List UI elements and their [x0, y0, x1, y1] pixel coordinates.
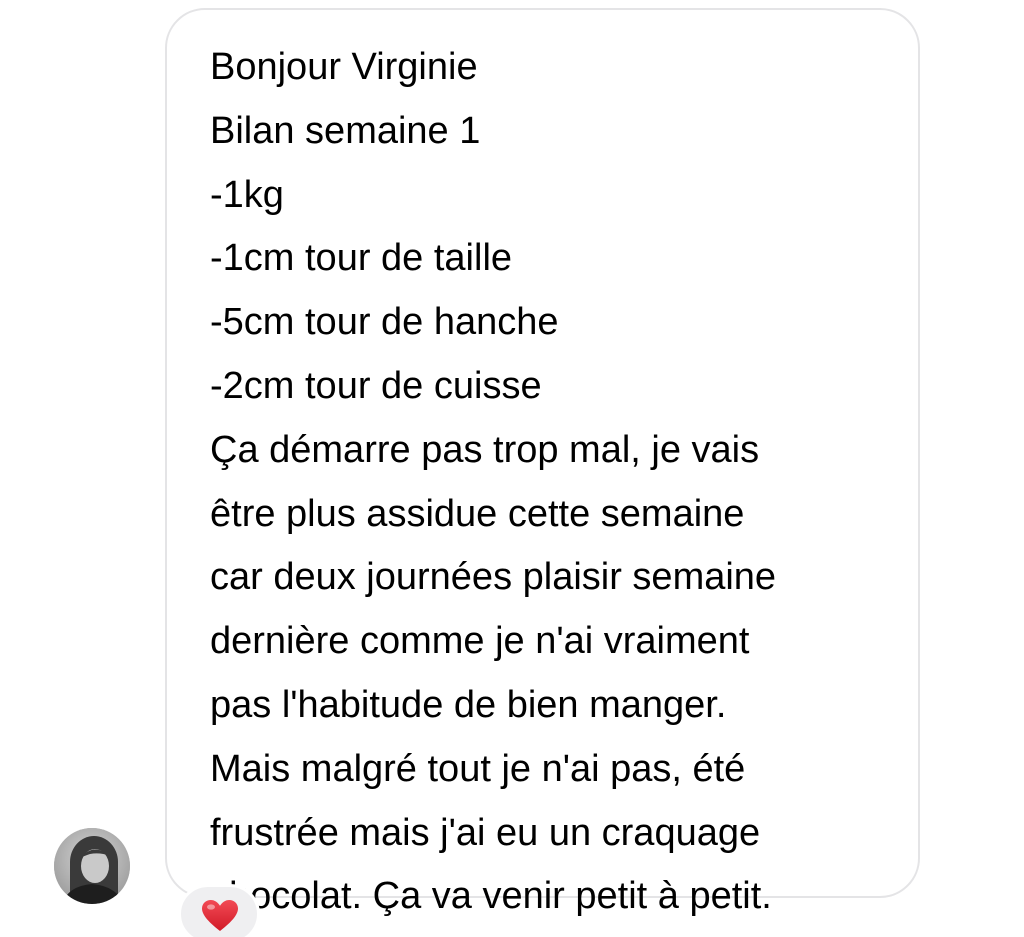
- message-line: dernière comme je n'ai vraiment: [210, 620, 750, 663]
- message-line: Mais malgré tout je n'ai pas, été: [210, 747, 746, 790]
- reaction-badge[interactable]: [178, 884, 260, 937]
- conversation-view: Bonjour Virginie Bilan semaine 1 -1kg -1…: [0, 0, 1024, 937]
- avatar-photo: [54, 828, 130, 904]
- message-line: chocolat. Ça va venir petit à petit.: [210, 875, 772, 918]
- message-line: Ça démarre pas trop mal, je vais: [210, 428, 760, 471]
- avatar[interactable]: [54, 828, 130, 904]
- message-text: Bonjour Virginie Bilan semaine 1 -1kg -1…: [210, 36, 910, 929]
- message-line: -2cm tour de cuisse: [210, 364, 542, 407]
- message-line: -5cm tour de hanche: [210, 301, 559, 344]
- message-line: car deux journées plaisir semaine: [210, 556, 777, 599]
- message-line: être plus assidue cette semaine: [210, 492, 745, 535]
- message-line: Bilan semaine 1: [210, 109, 481, 152]
- message-line: frustrée mais j'ai eu un craquage: [210, 811, 761, 854]
- message-line: -1kg: [210, 173, 284, 216]
- heart-icon: [202, 900, 238, 931]
- message-line: Bonjour Virginie: [210, 46, 478, 88]
- message-line: -1cm tour de taille: [210, 237, 513, 280]
- message-line: pas l'habitude de bien manger.: [210, 683, 727, 726]
